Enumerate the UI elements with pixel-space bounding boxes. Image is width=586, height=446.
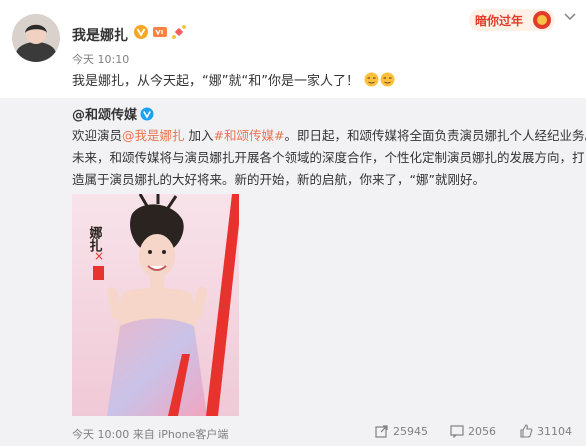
comment-count: 2056 (468, 424, 496, 438)
repost-stat[interactable]: 25945 (375, 424, 428, 438)
thumbs-up-icon (520, 424, 533, 438)
smirk-emoji-icon (380, 72, 395, 87)
smirk-emoji-icon (364, 72, 379, 87)
repost-user: @和颂传媒 (72, 104, 154, 123)
hashtag-link[interactable]: #和颂传媒# (214, 128, 285, 143)
comment-icon (450, 425, 464, 438)
mention-link[interactable]: @我是娜扎 (122, 128, 185, 143)
repost-count: 25945 (393, 424, 428, 438)
new-year-promo-banner[interactable]: 暗你过年 (469, 8, 555, 32)
verified-v-icon[interactable] (133, 24, 149, 40)
repost-line-1-join: 加入 (184, 128, 214, 143)
comment-stat[interactable]: 2056 (450, 424, 496, 438)
like-stat[interactable]: 31104 (519, 424, 572, 438)
promo-text: 暗你过年 (475, 13, 523, 28)
post-timestamp[interactable]: 今天 10:10 (72, 51, 129, 67)
repost-line-2: 未来，和颂传媒将与演员娜扎开展各个领域的深度合作，个性化定制演员娜扎的发展方向，… (72, 150, 585, 165)
portrait-image: 娜扎 × (72, 194, 239, 416)
post-text-content: 我是娜扎，从今天起，“娜”就“和”你是一家人了！ (72, 74, 359, 89)
photo-cross-mark: × (94, 249, 104, 263)
repost-username[interactable]: @和颂传媒 (72, 104, 137, 123)
user-badges (133, 24, 187, 40)
post-text: 我是娜扎，从今天起，“娜”就“和”你是一家人了！ (72, 70, 395, 89)
post-card: 我是娜扎 今天 10:10 我是娜扎，从今天起，“娜”就“和”你是一家人了！ 暗… (0, 0, 586, 98)
repost-source-time[interactable]: 今天 10:00 来自 iPhone客户端 (72, 426, 228, 442)
repost-line-3: 造属于演员娜扎的大好将来。新的开始，新的启航，你来了，“娜”就刚好。 (72, 172, 485, 187)
vip-member-icon[interactable] (152, 24, 168, 40)
repost-line-1: 欢迎演员@我是娜扎 加入#和颂传媒#。即日起，和颂传媒将全面负责演员娜扎个人经纪… (72, 125, 586, 147)
repost-photo[interactable]: 娜扎 × (72, 194, 239, 416)
candy-badge-icon[interactable] (171, 24, 187, 40)
avatar[interactable] (12, 14, 60, 62)
chevron-down-icon[interactable] (564, 12, 576, 22)
username[interactable]: 我是娜扎 (72, 25, 128, 45)
brand-logo-icon (93, 266, 104, 280)
repost-line-1-prefix: 欢迎演员 (72, 128, 123, 143)
forward-icon (375, 425, 388, 438)
repost-text: 欢迎演员@我是娜扎 加入#和颂传媒#。即日起，和颂传媒将全面负责演员娜扎个人经纪… (72, 125, 586, 191)
avatar-image (12, 14, 60, 62)
like-count: 31104 (537, 424, 572, 438)
verified-blue-icon[interactable] (140, 107, 154, 121)
repost-line-1-suffix: 。即日起，和颂传媒将全面负责演员娜扎个人经纪业务。 (284, 128, 586, 143)
